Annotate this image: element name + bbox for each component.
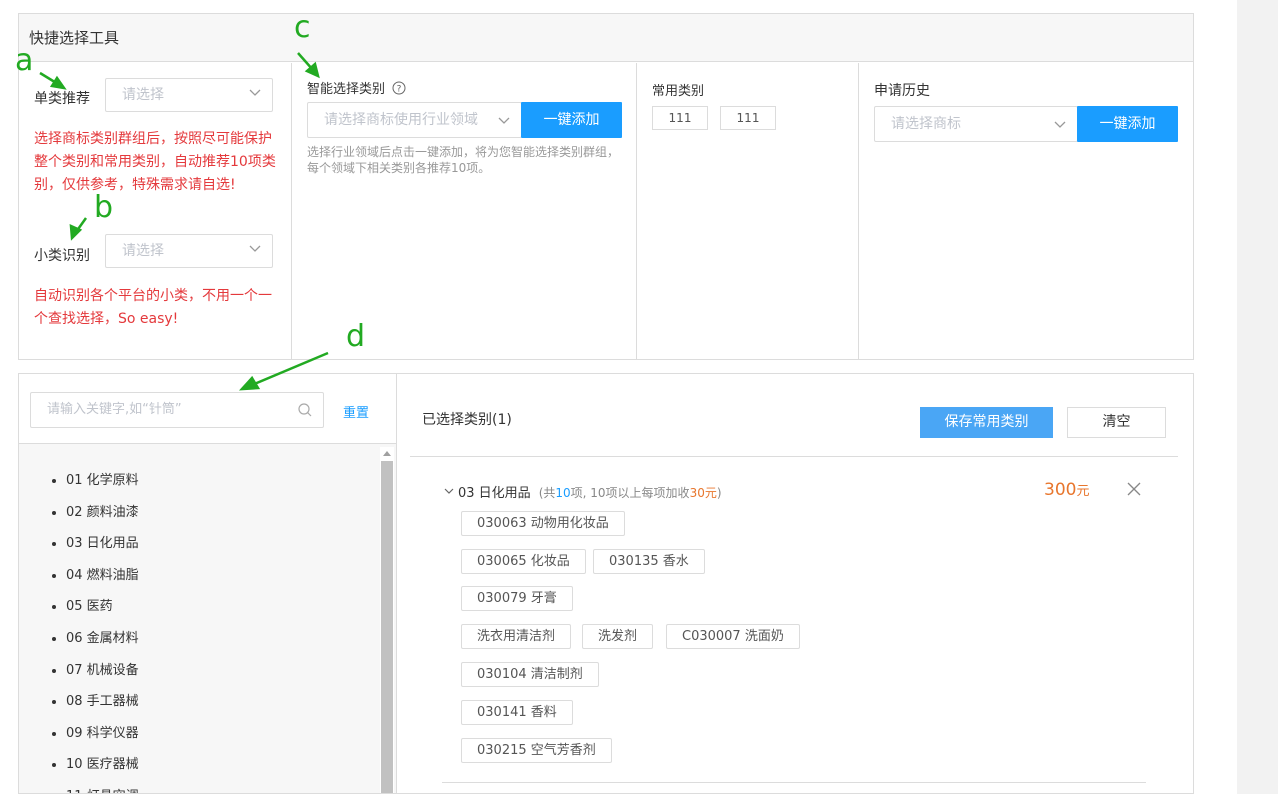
- category-item[interactable]: 10 医疗器械: [49, 753, 139, 785]
- category-item[interactable]: 09 科学仪器: [49, 722, 139, 754]
- category-item[interactable]: 02 颜料油漆: [49, 501, 139, 533]
- divider: [442, 782, 1146, 783]
- keyword-search-input[interactable]: 请输入关键字,如“针筒”: [30, 392, 324, 428]
- annotation-b: b: [94, 190, 114, 225]
- select-placeholder: 请选择商标: [891, 116, 961, 132]
- category-browser: 请输入关键字,如“针筒” 重置 01 化学原料 02 颜料油漆 03 日化用品 04 …: [18, 373, 397, 794]
- column-recommend: 单类推荐 请选择 选择商标类别群组后，按照尽可能保护整个类别和常用类别，自动推荐…: [19, 63, 292, 359]
- category-item[interactable]: 03 日化用品: [49, 532, 139, 564]
- selected-title: 已选择类别(1): [422, 412, 512, 428]
- category-list: 01 化学原料 02 颜料油漆 03 日化用品 04 燃料油脂 05 医药 06 金属材料…: [49, 469, 139, 793]
- annotation-c: c: [294, 10, 311, 45]
- selected-tag[interactable]: 030065 化妆品: [461, 549, 586, 574]
- selected-tag[interactable]: 030215 空气芳香剂: [461, 738, 612, 763]
- subclass-identify-select[interactable]: 请选择: [105, 234, 273, 268]
- group-meta: (共10项, 10项以上每项加收30元): [538, 486, 722, 500]
- close-icon[interactable]: [1127, 482, 1141, 496]
- selected-tag[interactable]: 030135 香水: [593, 549, 705, 574]
- scroll-thumb[interactable]: [381, 461, 393, 793]
- search-placeholder: 请输入关键字,如“针筒”: [47, 402, 182, 417]
- category-item[interactable]: 06 金属材料: [49, 627, 139, 659]
- chevron-down-icon: [249, 245, 261, 252]
- annotation-d: d: [346, 319, 366, 354]
- quick-select-panel: 快捷选择工具 单类推荐 请选择 选择商标类别群组后，按照尽可能保护整个类别和常用…: [18, 13, 1194, 360]
- clear-button[interactable]: 清空: [1067, 407, 1166, 438]
- column-common-categories: 常用类别 111 111: [637, 63, 859, 359]
- svg-text:?: ?: [397, 85, 402, 95]
- search-icon[interactable]: [297, 402, 313, 418]
- subclass-identify-label: 小类识别: [34, 248, 90, 264]
- search-bar: 请输入关键字,如“针筒” 重置: [19, 374, 396, 444]
- divider: [410, 456, 1178, 457]
- selected-tag[interactable]: 030104 清洁制剂: [461, 662, 599, 687]
- selected-tag[interactable]: 030079 牙膏: [461, 586, 573, 611]
- save-common-button[interactable]: 保存常用类别: [920, 407, 1053, 438]
- chevron-down-icon: [249, 89, 261, 96]
- common-category-chip[interactable]: 111: [720, 106, 776, 130]
- select-placeholder: 请选择商标使用行业领域: [324, 112, 478, 128]
- industry-select[interactable]: 请选择商标使用行业领域: [307, 102, 522, 138]
- select-placeholder: 请选择: [122, 243, 164, 259]
- help-icon[interactable]: ?: [392, 81, 406, 95]
- category-item[interactable]: 01 化学原料: [49, 469, 139, 501]
- subclass-identify-hint: 自动识别各个平台的小类，不用一个一个查找选择，So easy!: [34, 288, 272, 327]
- column-smart-select: 智能选择类别 ? 请选择商标使用行业领域 一键添加 选择行业领域后点击一键添加，…: [292, 63, 637, 359]
- selected-tag[interactable]: C030007 洗面奶: [666, 624, 800, 649]
- common-category-chip[interactable]: 111: [652, 106, 708, 130]
- history-label: 申请历史: [874, 83, 930, 99]
- chevron-down-icon: [1054, 121, 1066, 128]
- category-item[interactable]: 05 医药: [49, 595, 139, 627]
- select-placeholder: 请选择: [122, 87, 164, 103]
- panel-title: 快捷选择工具: [19, 14, 1193, 62]
- single-recommend-hint: 选择商标类别群组后，按照尽可能保护整个类别和常用类别，自动推荐10项类别，仅供参…: [34, 131, 276, 193]
- page-side-strip: [1237, 0, 1278, 794]
- selected-tag[interactable]: 030063 动物用化妆品: [461, 511, 625, 536]
- category-item[interactable]: 07 机械设备: [49, 659, 139, 691]
- history-select[interactable]: 请选择商标: [874, 106, 1078, 142]
- smart-select-hint: 选择行业领域后点击一键添加，将为您智能选择类别群组，每个领域下相关类别各推荐10…: [307, 145, 620, 175]
- single-recommend-label: 单类推荐: [34, 91, 90, 107]
- common-categories-label: 常用类别: [652, 84, 705, 99]
- selected-tag[interactable]: 洗衣用清洁剂: [461, 624, 572, 649]
- single-recommend-select[interactable]: 请选择: [105, 78, 273, 112]
- chevron-down-icon: [498, 117, 510, 124]
- smart-add-button[interactable]: 一键添加: [521, 102, 622, 138]
- scroll-up-arrow-icon[interactable]: [383, 451, 391, 456]
- group-header[interactable]: 03 日化用品 (共10项, 10项以上每项加收30元): [444, 482, 722, 501]
- selected-tag[interactable]: 030141 香料: [461, 700, 573, 725]
- group-name: 03 日化用品: [458, 486, 531, 501]
- chevron-down-icon[interactable]: [444, 486, 454, 496]
- selected-categories-panel: 已选择类别(1) 保存常用类别 清空 03 日化用品 (共10项, 10项以上每项…: [396, 373, 1194, 794]
- group-price: 300元: [1044, 480, 1090, 500]
- history-add-button[interactable]: 一键添加: [1077, 106, 1178, 142]
- category-item[interactable]: 11 灯具空调: [49, 785, 139, 793]
- category-item[interactable]: 08 手工器械: [49, 690, 139, 722]
- annotation-a: a: [15, 43, 34, 78]
- selected-tag[interactable]: 洗发剂: [582, 624, 654, 649]
- reset-link[interactable]: 重置: [343, 402, 369, 421]
- column-history: 申请历史 请选择商标 一键添加: [859, 63, 1194, 359]
- category-item[interactable]: 04 燃料油脂: [49, 564, 139, 596]
- scrollbar[interactable]: [380, 447, 394, 793]
- smart-select-label: 智能选择类别 ?: [307, 78, 406, 97]
